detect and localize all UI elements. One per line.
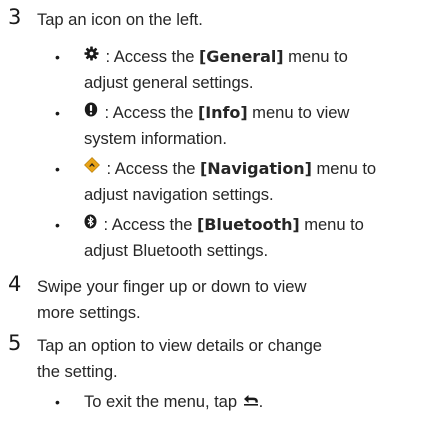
step-5-line1: Tap an option to view details or change	[37, 336, 322, 355]
bullet: •	[55, 394, 60, 410]
bluetooth-icon	[84, 211, 97, 237]
manual-page: 3 Tap an icon on the left. • : Access th…	[0, 0, 439, 438]
general-bullet-line1: : Access the [General] menu to	[84, 44, 434, 71]
step-number-4: 4	[8, 272, 22, 296]
menu-name-general: [General]	[199, 47, 284, 66]
exit-bullet: To exit the menu, tap .	[84, 389, 434, 416]
general-bullet-line2: adjust general settings.	[84, 73, 254, 92]
bullet-pre: : Access the	[100, 103, 198, 122]
menu-name-info: [Info]	[198, 103, 248, 122]
back-icon	[243, 388, 259, 414]
bullet-post: menu to	[311, 159, 377, 178]
bluetooth-bullet-line2: adjust Bluetooth settings.	[84, 241, 269, 260]
info-bullet-line2: system information.	[84, 129, 227, 148]
menu-name-bluetooth: [Bluetooth]	[197, 215, 300, 234]
bullet-pre: : Access the	[99, 215, 197, 234]
exit-text: To exit the menu, tap	[84, 392, 242, 411]
step-5-line2: the setting.	[37, 362, 118, 381]
bullet-pre: : Access the	[101, 47, 199, 66]
step-number-3: 3	[8, 5, 22, 29]
exit-tail: .	[258, 392, 264, 411]
bullet-post: menu to	[283, 47, 348, 66]
info-bullet-line1: : Access the [Info] menu to view	[84, 100, 434, 127]
bullet-post: menu to view	[247, 103, 350, 122]
info-icon	[84, 99, 98, 125]
bullet-pre: : Access the	[102, 159, 200, 178]
bullet: •	[55, 161, 60, 177]
navigation-bullet-line2: adjust navigation settings.	[84, 185, 274, 204]
step-number-5: 5	[8, 331, 22, 355]
menu-name-navigation: [Navigation]	[200, 159, 312, 178]
gear-icon	[84, 43, 99, 69]
bullet: •	[55, 105, 60, 121]
bullet-post: menu to	[299, 215, 364, 234]
bluetooth-bullet-line1: : Access the [Bluetooth] menu to	[84, 212, 434, 239]
bullet: •	[55, 217, 60, 233]
bullet: •	[55, 49, 60, 65]
step-3-text: Tap an icon on the left.	[37, 10, 203, 29]
step-4-line2: more settings.	[37, 303, 141, 322]
navigation-icon	[84, 155, 100, 181]
step-4-line1: Swipe your finger up or down to view	[37, 277, 307, 296]
navigation-bullet-line1: : Access the [Navigation] menu to	[84, 156, 434, 183]
